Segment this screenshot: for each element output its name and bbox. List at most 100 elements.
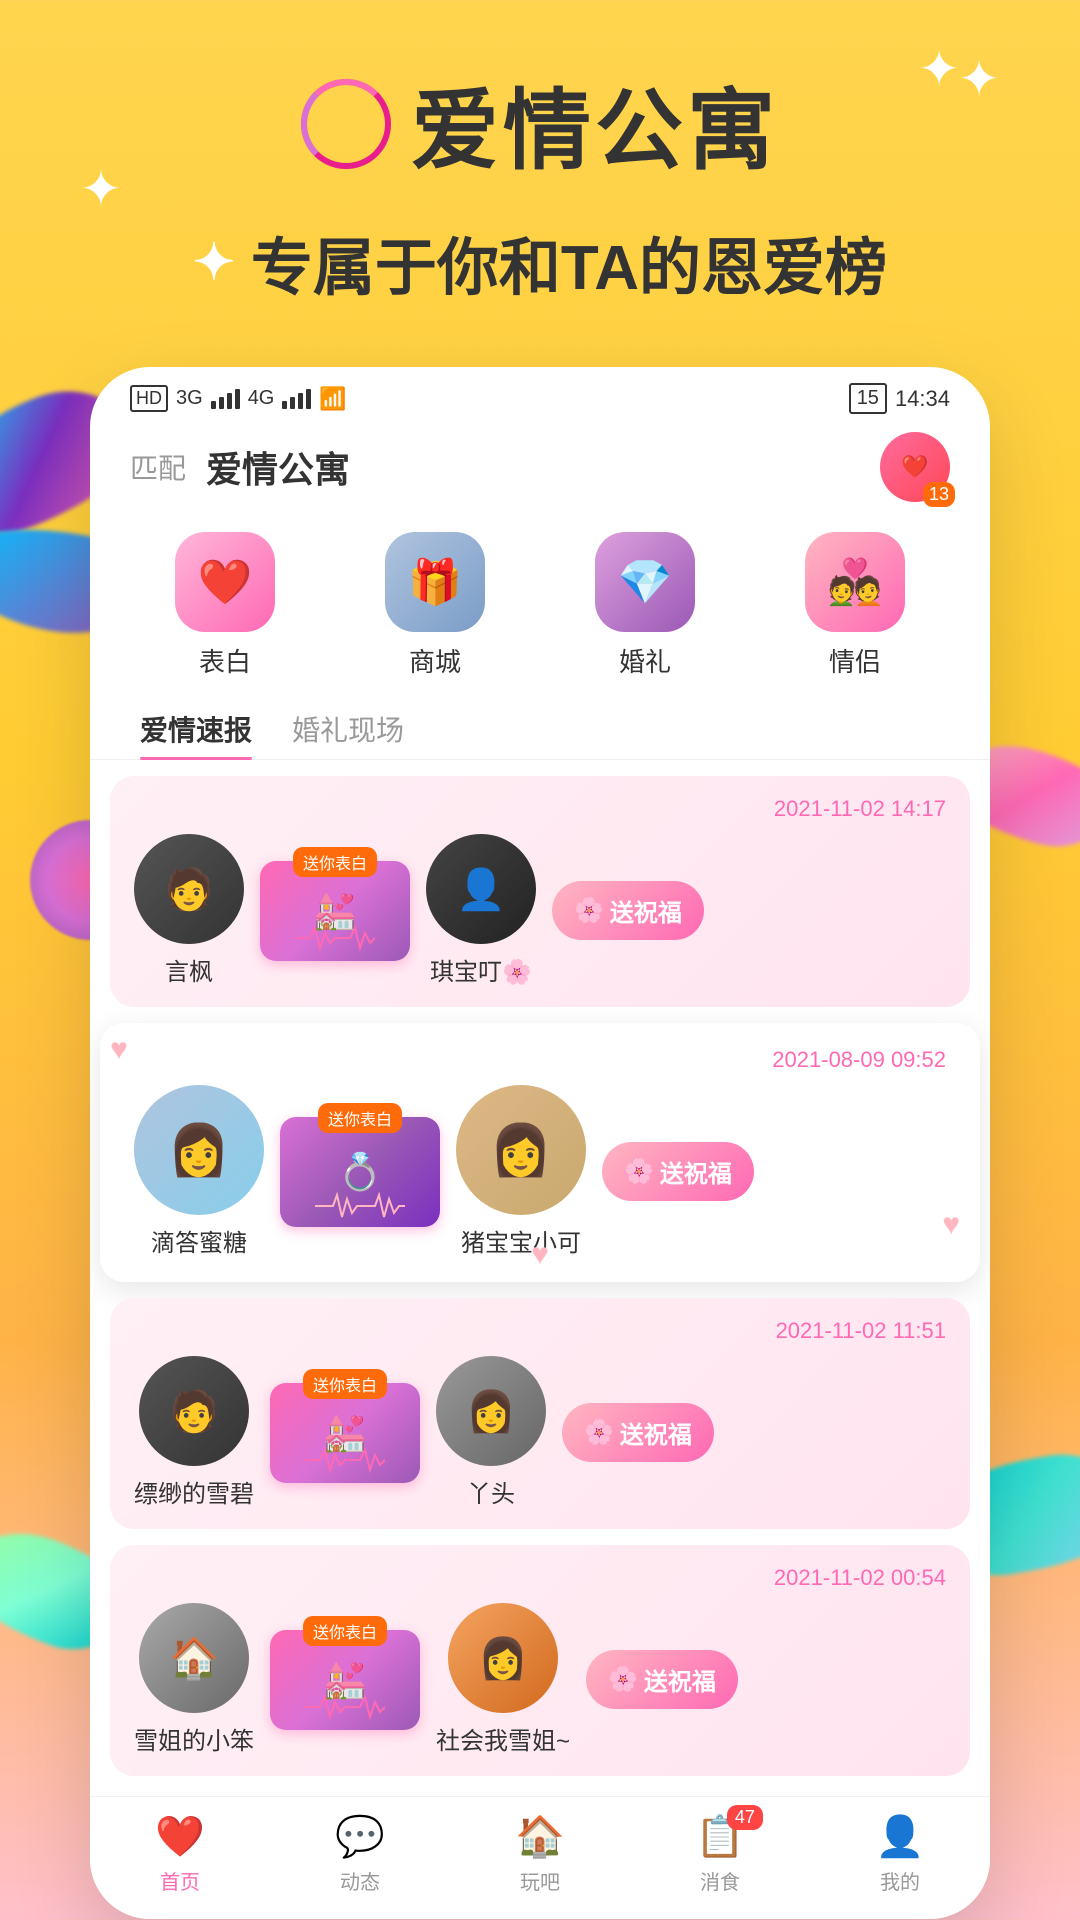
avatar-user2-3: 👩	[448, 1603, 558, 1713]
status-left: HD 3G 4G 📶	[130, 385, 347, 412]
nav-message-badge: 📋 47	[695, 1813, 745, 1860]
status-bar: HD 3G 4G 📶 15 14:34	[90, 367, 990, 422]
nav-badge-count: 47	[727, 1805, 763, 1830]
avatar-img-user1-3: 🏠	[139, 1603, 249, 1713]
nav-activity[interactable]: 💬 动态	[335, 1813, 385, 1895]
username-3-right: 社会我雪姐~	[436, 1721, 570, 1756]
nav-profile[interactable]: 👤 我的	[875, 1813, 925, 1895]
wedding-stage-1: 送你表白 💍	[280, 1117, 440, 1227]
hunli-icon: 💎	[595, 532, 695, 632]
app-title-row: 爱情公寓 ✦	[60, 60, 1020, 187]
send-btn-label-3: 送祝福	[644, 1662, 716, 1697]
app-logo	[301, 79, 391, 169]
heartbeat-svg-2	[305, 1445, 385, 1475]
wifi-icon: 📶	[319, 386, 346, 412]
couple-card-2: 2021-11-02 11:51 🧑 缥缈的雪碧 送你表白 💒	[110, 1298, 970, 1529]
flower-icon-0: 🌸	[574, 896, 604, 925]
battery-icon: 15	[849, 383, 887, 414]
card-content-0: 🧑 言枫 送你表白 💒 👤 琪宝叮🌸	[134, 834, 946, 987]
sparkle-icon-4: ✦	[193, 233, 235, 291]
nav-home[interactable]: ❤️ 首页	[155, 1813, 205, 1895]
nav-activity-label: 动态	[340, 1866, 380, 1895]
menu-item-qinglv[interactable]: 💑 情侣	[805, 532, 905, 679]
stage-label-1: 送你表白	[318, 1103, 402, 1133]
stage-label-2: 送你表白	[303, 1369, 387, 1399]
sparkle-icon-1: ✦	[918, 40, 960, 98]
nav-play-icon: 🏠	[515, 1813, 565, 1860]
card-time-2: 2021-11-02 11:51	[134, 1318, 946, 1344]
nav-activity-icon: 💬	[335, 1813, 385, 1860]
shangcheng-icon: 🎁	[385, 532, 485, 632]
avatar-img-user2-2: 👩	[436, 1356, 546, 1466]
tab-wedding-scene[interactable]: 婚礼现场	[272, 699, 424, 759]
cards-container: 2021-11-02 14:17 🧑 言枫 送你表白 💒	[90, 776, 990, 1796]
username-1-right: 猪宝宝小可	[461, 1223, 581, 1258]
deco-heart-left-1: ♥	[110, 1033, 128, 1067]
avatar-user1-0: 🧑	[134, 834, 244, 944]
nav-profile-label: 我的	[880, 1866, 920, 1895]
send-blessing-btn-0[interactable]: 🌸 送祝福	[552, 881, 704, 940]
send-blessing-btn-1[interactable]: 🌸 送祝福	[602, 1142, 754, 1201]
card-time-0: 2021-11-02 14:17	[134, 796, 946, 822]
wedding-stage-3: 送你表白 💒	[270, 1630, 420, 1730]
match-label: 匹配	[130, 447, 186, 487]
tabs-bar: 爱情速报 婚礼现场	[90, 699, 990, 760]
biaobai-icon: ❤️	[175, 532, 275, 632]
hd-badge: HD	[130, 385, 168, 412]
tab-love-news[interactable]: 爱情速报	[120, 699, 272, 759]
username-1-left: 滴答蜜糖	[151, 1223, 247, 1258]
username-3-left: 雪姐的小笨	[134, 1721, 254, 1756]
heart-badge[interactable]: ❤️ 13	[880, 432, 950, 502]
flower-icon-2: 🌸	[584, 1418, 614, 1447]
stage-label-3: 送你表白	[303, 1616, 387, 1646]
avatar-img-user2-3: 👩	[448, 1603, 558, 1713]
shangcheng-label: 商城	[409, 642, 461, 679]
username-2-left: 缥缈的雪碧	[134, 1474, 254, 1509]
send-blessing-btn-3[interactable]: 🌸 送祝福	[586, 1650, 738, 1709]
app-header-title: 爱情公寓	[206, 441, 880, 493]
qinglv-label: 情侣	[829, 642, 881, 679]
biaobai-label: 表白	[199, 642, 251, 679]
card-time-3: 2021-11-02 00:54	[134, 1565, 946, 1591]
sparkle-icon-3: ✦	[958, 50, 1000, 108]
avatar-img-user1-0: 🧑	[134, 834, 244, 944]
nav-message[interactable]: 📋 47 消食	[695, 1813, 745, 1895]
sparkle-icon-2: ✦	[80, 160, 122, 218]
card-content-2: 🧑 缥缈的雪碧 送你表白 💒 👩 丫头	[134, 1356, 946, 1509]
menu-item-biaobai[interactable]: ❤️ 表白	[175, 532, 275, 679]
menu-item-shangcheng[interactable]: 🎁 商城	[385, 532, 485, 679]
avatar-user2-0: 👤	[426, 834, 536, 944]
nav-play-label: 玩吧	[520, 1866, 560, 1895]
nav-play[interactable]: 🏠 玩吧	[515, 1813, 565, 1895]
avatar-img-user1-1: 👩	[134, 1085, 264, 1215]
heartbeat-svg-0	[295, 923, 375, 953]
avatar-user1-2: 🧑	[139, 1356, 249, 1466]
clock: 14:34	[895, 386, 950, 412]
avatar-img-user2-1: 👩	[456, 1085, 586, 1215]
nav-home-icon: ❤️	[155, 1813, 205, 1860]
heart-icon: ❤️	[901, 454, 928, 480]
nav-home-label: 首页	[160, 1866, 200, 1895]
username-0-left: 言枫	[165, 952, 213, 987]
flower-icon-1: 🌸	[624, 1157, 654, 1186]
username-2-right: 丫头	[467, 1474, 515, 1509]
avatar-img-user2-0: 👤	[426, 834, 536, 944]
menu-item-hunli[interactable]: 💎 婚礼	[595, 532, 695, 679]
phone-mockup: HD 3G 4G 📶 15 14:34 匹配	[90, 367, 990, 1919]
send-blessing-btn-2[interactable]: 🌸 送祝福	[562, 1403, 714, 1462]
network-4g: 4G	[248, 387, 275, 410]
send-btn-label-0: 送祝福	[610, 893, 682, 928]
heartbeat-svg-1	[315, 1191, 405, 1221]
app-subtitle: ✦ 专属于你和TA的恩爱榜	[60, 217, 1020, 307]
avatar-user1-3: 🏠	[139, 1603, 249, 1713]
avatar-user2-2: 👩	[436, 1356, 546, 1466]
avatar-user2-1: 👩	[456, 1085, 586, 1215]
username-0-right: 琪宝叮🌸	[430, 952, 532, 987]
flower-icon-3: 🌸	[608, 1665, 638, 1694]
card-content-1: 👩 滴答蜜糖 送你表白 💍 👩 猪宝宝小可	[134, 1085, 946, 1258]
send-btn-label-1: 送祝福	[660, 1154, 732, 1189]
icon-menu: ❤️ 表白 🎁 商城 💎 婚礼 💑 情侣	[90, 522, 990, 699]
stage-label-0: 送你表白	[293, 847, 377, 877]
couple-card-3: 2021-11-02 00:54 🏠 雪姐的小笨 送你表白 💒	[110, 1545, 970, 1776]
status-right: 15 14:34	[849, 383, 950, 414]
